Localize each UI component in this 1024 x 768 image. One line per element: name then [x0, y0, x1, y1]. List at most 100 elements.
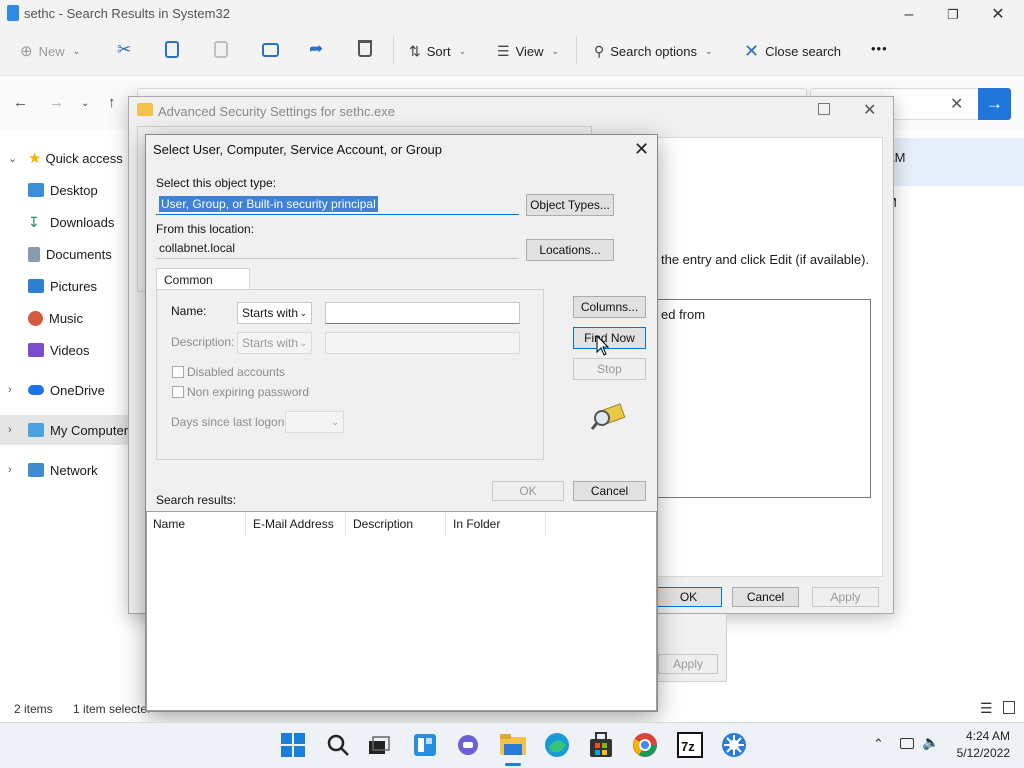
- nav-label: Desktop: [50, 182, 98, 198]
- description-match-select[interactable]: Starts with ⌄: [237, 332, 312, 354]
- permission-entries-list[interactable]: ed from: [655, 299, 871, 498]
- disabled-accounts-checkbox[interactable]: [172, 366, 184, 378]
- chat-icon[interactable]: [456, 733, 482, 757]
- details-view-icon[interactable]: ☰: [980, 700, 993, 717]
- location-label: From this location:: [156, 222, 255, 236]
- nav-item-my-computer[interactable]: › My Computer: [0, 415, 128, 445]
- view-button[interactable]: ☰ View ⌄: [497, 40, 559, 62]
- start-windows-icon[interactable]: [281, 733, 305, 757]
- cog-app-icon[interactable]: [720, 731, 748, 759]
- column-header-description[interactable]: Description: [347, 512, 446, 536]
- selection-count: 1 item selected: [73, 702, 149, 716]
- close-icon[interactable]: ✕: [863, 100, 876, 120]
- document-icon: [28, 246, 40, 262]
- explorer-app-icon: [7, 5, 19, 21]
- minimize-button[interactable]: –: [897, 4, 921, 26]
- object-type-value: User, Group, or Built-in security princi…: [159, 196, 378, 212]
- location-field[interactable]: collabnet.local: [156, 238, 519, 259]
- title-bar: sethc - Search Results in System32 – ❐ ✕: [0, 0, 1024, 30]
- chrome-browser-icon[interactable]: [631, 731, 659, 759]
- back-arrow-icon[interactable]: ←: [13, 94, 28, 111]
- column-header-folder[interactable]: In Folder: [447, 512, 546, 536]
- nav-item-music[interactable]: Music: [0, 303, 128, 333]
- store-icon[interactable]: [588, 731, 614, 759]
- new-button[interactable]: ⊕ New ⌄: [20, 40, 80, 62]
- clock-time[interactable]: 4:24 AM: [952, 729, 1010, 743]
- name-match-select[interactable]: Starts with ⌄: [237, 302, 312, 324]
- maximize-icon[interactable]: [818, 103, 830, 115]
- paste-icon[interactable]: [214, 41, 228, 58]
- network-status-icon[interactable]: [900, 738, 914, 749]
- adv-ok-button[interactable]: OK: [655, 587, 722, 607]
- copy-icon[interactable]: [165, 41, 179, 58]
- cut-icon[interactable]: ✂: [117, 40, 131, 60]
- columns-button[interactable]: Columns...: [573, 296, 646, 318]
- name-input[interactable]: [325, 302, 520, 324]
- seven-zip-icon[interactable]: 7z: [676, 731, 704, 759]
- days-since-select[interactable]: ⌄: [285, 411, 344, 433]
- search-go-button[interactable]: →: [978, 88, 1011, 120]
- locations-button[interactable]: Locations...: [526, 239, 614, 261]
- column-header-email[interactable]: E-Mail Address: [247, 512, 346, 536]
- nav-label: Quick access: [45, 150, 123, 166]
- tray-overflow-icon[interactable]: ⌃: [873, 736, 884, 752]
- maximize-button[interactable]: ❐: [941, 4, 965, 26]
- file-explorer-icon[interactable]: [499, 731, 527, 759]
- nav-item-network[interactable]: › Network: [0, 455, 128, 485]
- active-app-indicator: [505, 763, 521, 766]
- adv-cancel-button[interactable]: Cancel: [732, 587, 799, 607]
- rename-icon[interactable]: [262, 43, 279, 57]
- nav-item-desktop[interactable]: Desktop: [0, 175, 128, 205]
- dialog-ok-button[interactable]: OK: [492, 481, 564, 501]
- tiles-view-icon[interactable]: [1003, 701, 1015, 714]
- adv-apply-button[interactable]: Apply: [812, 587, 879, 607]
- share-icon[interactable]: ➦: [309, 39, 323, 59]
- object-type-field[interactable]: User, Group, or Built-in security princi…: [156, 194, 519, 215]
- object-types-button[interactable]: Object Types...: [526, 194, 614, 216]
- chevron-down-icon: ⌄: [458, 45, 467, 56]
- close-search-label: Close search: [765, 43, 841, 59]
- stop-button[interactable]: Stop: [573, 358, 646, 380]
- tab-common-queries[interactable]: Common Queries: [156, 268, 250, 301]
- recent-locations-chevron-icon[interactable]: ⌄: [81, 98, 89, 109]
- nav-item-videos[interactable]: Videos: [0, 335, 128, 365]
- delete-icon[interactable]: [358, 40, 372, 57]
- close-window-button[interactable]: ✕: [986, 4, 1010, 26]
- search-icon[interactable]: [326, 733, 350, 757]
- edge-browser-icon[interactable]: [543, 731, 571, 759]
- list-entry-text: ed from: [661, 307, 706, 322]
- clear-search-icon[interactable]: ✕: [950, 94, 963, 114]
- non-expiring-label: Non expiring password: [187, 385, 310, 399]
- non-expiring-checkbox[interactable]: [172, 386, 184, 398]
- chevron-down-icon: ⌄: [705, 45, 713, 56]
- clock-date[interactable]: 5/12/2022: [945, 746, 1010, 760]
- music-icon: [28, 310, 43, 326]
- search-magnifier-icon: [591, 403, 626, 430]
- close-search-button[interactable]: ✕ Close search: [744, 40, 841, 62]
- nav-item-pictures[interactable]: Pictures: [0, 271, 128, 301]
- location-value: collabnet.local: [159, 241, 236, 255]
- forward-arrow-icon[interactable]: →: [49, 94, 64, 111]
- column-header-name[interactable]: Name: [147, 512, 246, 536]
- under-apply-button[interactable]: Apply: [658, 654, 718, 674]
- close-icon: ✕: [744, 40, 760, 61]
- task-view-icon[interactable]: [368, 735, 390, 755]
- description-input[interactable]: [325, 332, 520, 354]
- nav-item-downloads[interactable]: ↧ Downloads: [0, 207, 128, 237]
- sort-label: Sort: [426, 43, 451, 59]
- more-options-button[interactable]: •••: [871, 41, 888, 56]
- instruction-text: the entry and click Edit (if available).: [661, 252, 870, 267]
- dialog-cancel-button[interactable]: Cancel: [573, 481, 646, 501]
- sort-button[interactable]: ⇅ Sort ⌄: [409, 40, 466, 62]
- search-results-table[interactable]: [146, 511, 657, 711]
- nav-item-quick-access[interactable]: ⌄ ★ Quick access: [0, 143, 128, 173]
- nav-item-onedrive[interactable]: › OneDrive: [0, 375, 128, 405]
- view-label: View: [515, 43, 544, 59]
- nav-item-documents[interactable]: Documents: [0, 239, 128, 269]
- dialog-close-icon[interactable]: ✕: [634, 139, 649, 160]
- volume-icon[interactable]: 🔈: [922, 734, 939, 751]
- up-arrow-icon[interactable]: ↑: [108, 94, 116, 111]
- widgets-icon[interactable]: [413, 733, 437, 757]
- star-icon: ★: [28, 150, 42, 167]
- search-options-button[interactable]: ⚲ Search options ⌄: [594, 40, 713, 62]
